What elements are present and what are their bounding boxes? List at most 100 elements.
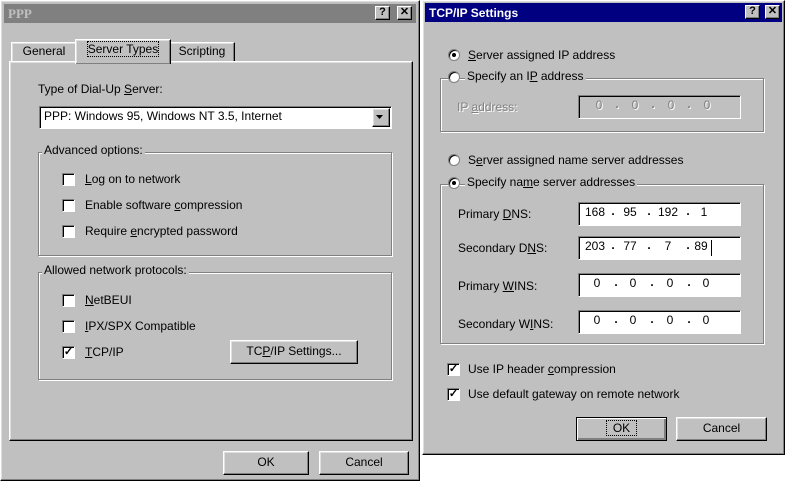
chevron-down-icon <box>376 115 383 119</box>
tcpip-close-button[interactable]: ✕ <box>765 5 780 19</box>
spip-c: address <box>537 69 584 83</box>
ppp-ok-button[interactable]: OK <box>223 451 309 475</box>
ip-dot-2: . <box>651 97 655 111</box>
ppp-close-button[interactable]: ✕ <box>397 6 412 20</box>
ip-header-compression-checkbox[interactable]: ✓ <box>447 363 460 376</box>
server-assigned-ip-label[interactable]: Server assigned IP address <box>468 48 615 62</box>
pdns-octet-3: 192 <box>657 205 679 219</box>
tab-scripting[interactable]: Scripting <box>169 42 235 62</box>
swins-c: NS: <box>533 317 554 331</box>
tcpip-titlebar: TCP/IP Settings <box>425 3 782 22</box>
ipx-spx-label[interactable]: IPX/SPX Compatible <box>85 319 196 333</box>
tcpip-checkbox[interactable]: ✓ <box>62 346 75 359</box>
secondary-wins-field[interactable]: 0 . 0 . 0 . 0 <box>578 310 741 334</box>
primary-dns-field[interactable]: 168 . 95 . 192 . 1 <box>578 202 741 226</box>
software-compression-label[interactable]: Enable software compression <box>85 198 242 212</box>
swins-a: Secondary W <box>458 317 531 331</box>
tcpip-cancel-button[interactable]: Cancel <box>676 417 767 441</box>
spns-c: e server addresses <box>533 175 636 189</box>
pdns-dot-2: . <box>647 204 651 218</box>
ipx-spx-checkbox[interactable] <box>62 320 75 333</box>
pwins-dot-3: . <box>687 275 691 289</box>
sdns-octet-2: 77 <box>623 239 637 253</box>
pwins-c: INS: <box>514 279 538 293</box>
tab-server-types-label: Server Types <box>86 41 160 57</box>
server-type-select[interactable]: PPP: Windows 95, Windows NT 3.5, Interne… <box>39 106 392 129</box>
ppp-cancel-button[interactable]: Cancel <box>319 451 409 475</box>
tcpip-cancel-label: Cancel <box>702 421 741 435</box>
default-gateway-checkbox[interactable]: ✓ <box>447 388 460 401</box>
ip-octet-4: 0 <box>703 98 711 112</box>
swins-octet-2: 0 <box>629 313 637 327</box>
gw-a: Use default <box>468 387 533 401</box>
sdns-octet-3: 7 <box>664 239 672 253</box>
tcpip-label[interactable]: TCP/IP <box>85 345 124 359</box>
checkmark-icon: ✓ <box>63 346 74 358</box>
dropdown-button[interactable] <box>372 108 390 127</box>
close-icon: ✕ <box>767 5 778 17</box>
pwins-b: W <box>502 279 514 293</box>
server-assigned-ns-radio[interactable] <box>448 154 460 166</box>
ppp-ok-label: OK <box>257 455 275 469</box>
tab-panel: Type of Dial-Up Server: PPP: Windows 95,… <box>9 61 413 441</box>
primary-wins-field[interactable]: 0 . 0 . 0 . 0 <box>578 273 741 297</box>
swins-dot-3: . <box>687 312 691 326</box>
server-assigned-ip-radio[interactable] <box>448 49 460 61</box>
pdns-octet-1: 168 <box>584 205 606 219</box>
logon-rest: og on to network <box>91 172 181 186</box>
sdns-octet-4: 89 <box>694 239 708 253</box>
primary-dns-label: Primary DNS: <box>458 207 531 221</box>
ip-address-field[interactable]: 0 . 0 . 0 . 0 <box>578 95 741 119</box>
tcpip-settings-button[interactable]: TCP/IP Settings... <box>230 340 358 364</box>
compress-c: ompression <box>180 198 243 212</box>
pdns-octet-4: 1 <box>700 205 708 219</box>
encrypt-a: Require <box>85 224 131 238</box>
swins-octet-4: 0 <box>702 313 710 327</box>
tab-general[interactable]: General <box>11 42 77 62</box>
sns-c: rver assigned name server addresses <box>482 153 684 167</box>
logon-network-label[interactable]: Log on to network <box>85 172 180 186</box>
primary-wins-label: Primary WINS: <box>458 279 537 293</box>
software-compression-checkbox[interactable] <box>62 199 75 212</box>
default-gateway-label[interactable]: Use default gateway on remote network <box>468 387 679 401</box>
netbeui-checkbox[interactable] <box>62 294 75 307</box>
sns-a: S <box>468 153 477 167</box>
radio-dot <box>452 53 456 57</box>
specify-ns-label[interactable]: Specify name server addresses <box>465 175 638 189</box>
tcpip-help-button[interactable]: ? <box>745 5 760 19</box>
pdns-octet-2: 95 <box>623 205 637 219</box>
sdns-dot-2: . <box>647 238 651 252</box>
pwins-octet-4: 0 <box>702 276 710 290</box>
swins-dot-1: . <box>614 312 618 326</box>
server-assigned-ns-label[interactable]: Server assigned name server addresses <box>468 153 683 167</box>
specify-ip-label[interactable]: Specify an IP address <box>465 69 586 83</box>
server-type-value: PPP: Windows 95, Windows NT 3.5, Interne… <box>44 109 282 123</box>
logon-network-checkbox[interactable] <box>62 173 75 186</box>
tcpip-ok-button[interactable]: OK <box>576 417 667 441</box>
ipl-a: IP <box>457 100 472 114</box>
tab-general-label: General <box>22 44 66 58</box>
tcpip-ok-label: OK <box>605 420 638 436</box>
ip-header-compression-label[interactable]: Use IP header compression <box>468 362 616 376</box>
encrypt-c: ncrypted password <box>137 224 238 238</box>
gw-c: ateway on remote network <box>538 387 680 401</box>
encrypted-password-checkbox[interactable] <box>62 225 75 238</box>
netbeui-label[interactable]: NetBEUI <box>85 293 132 307</box>
tab-server-types[interactable]: Server Types <box>75 39 171 64</box>
secondary-wins-label: Secondary WINS: <box>458 317 553 331</box>
specify-ns-radio[interactable] <box>448 177 460 189</box>
encrypted-password-label[interactable]: Require encrypted password <box>85 224 238 238</box>
ipl-c: ddress: <box>478 100 518 114</box>
help-icon: ? <box>749 5 756 17</box>
ppp-help-button[interactable]: ? <box>375 6 390 20</box>
tcpip-dialog: TCP/IP Settings ? ✕ Server assigned IP a… <box>422 0 785 455</box>
specify-ip-radio[interactable] <box>448 71 460 83</box>
ip-octet-3: 0 <box>667 98 675 112</box>
server-type-label-text-b: S <box>124 82 133 96</box>
secondary-dns-field[interactable]: 203 . 77 . 7 . 89 <box>578 236 741 260</box>
tcp-btn-c: /IP Settings... <box>270 344 342 358</box>
pwins-a: Primary <box>458 279 503 293</box>
sdns-b: N <box>527 241 537 255</box>
spns-b: m <box>523 175 534 189</box>
ip-dot-1: . <box>615 97 619 111</box>
